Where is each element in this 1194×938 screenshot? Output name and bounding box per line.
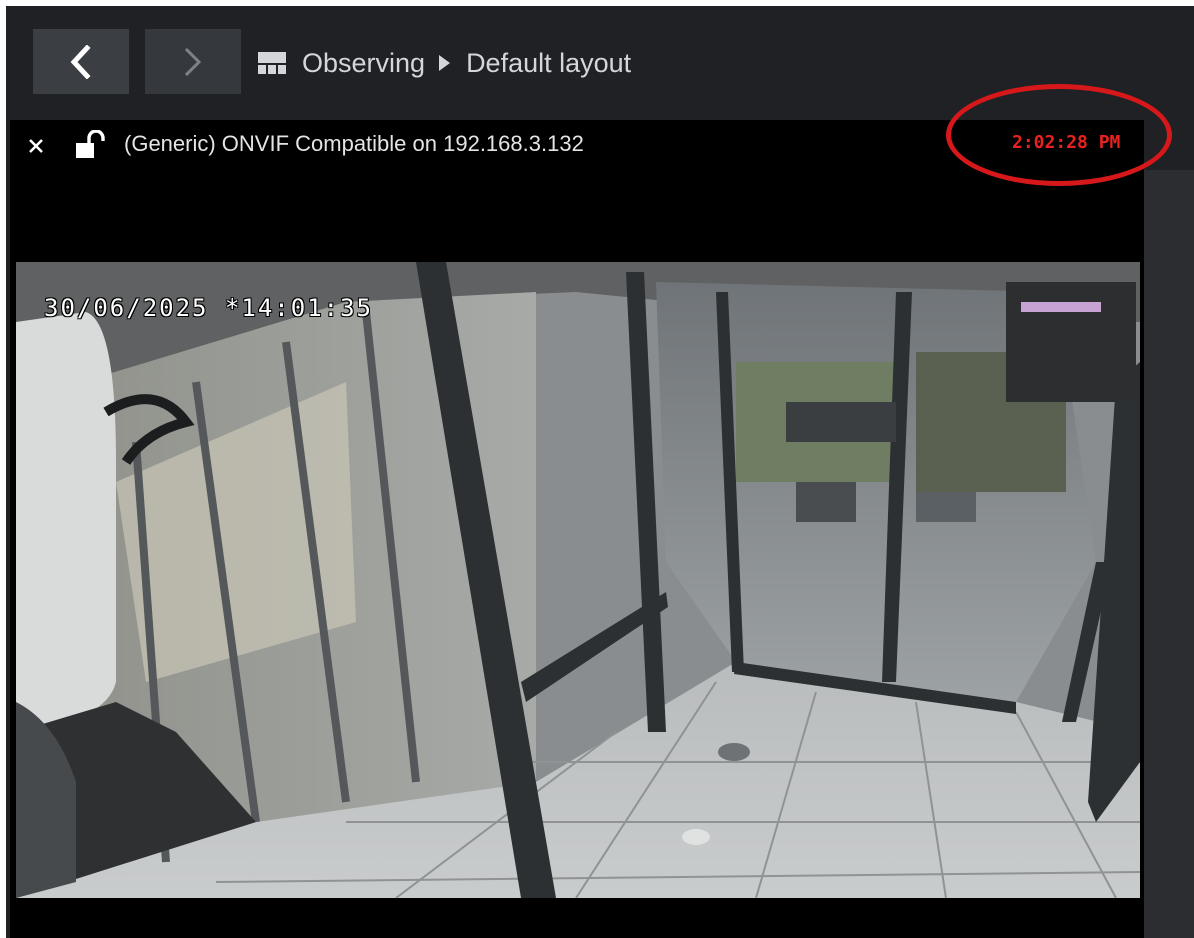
breadcrumb-item-default-layout[interactable]: Default layout xyxy=(466,48,631,79)
camera-tile-header: (Generic) ONVIF Compatible on 192.168.3.… xyxy=(10,120,1144,172)
navigation-bar: Observing Default layout xyxy=(6,6,1194,120)
camera-clock: 2:02:28 PM xyxy=(1012,132,1121,153)
camera-name: (Generic) ONVIF Compatible on 192.168.3.… xyxy=(124,131,584,156)
unlock-icon[interactable] xyxy=(74,129,108,160)
back-button[interactable] xyxy=(33,29,129,94)
tile-side-gutter xyxy=(1144,170,1194,938)
caret-right-icon xyxy=(439,55,451,71)
forward-button[interactable] xyxy=(145,29,241,94)
breadcrumb: Observing Default layout xyxy=(258,43,631,83)
camera-video-feed[interactable]: 30/06/2025 *14:01:35 xyxy=(16,262,1140,898)
grid-layout-icon xyxy=(258,52,286,74)
chevron-left-icon xyxy=(70,44,91,79)
app-window: Observing Default layout (Generic) ONVIF… xyxy=(6,6,1194,938)
chevron-right-icon xyxy=(184,47,202,76)
close-icon[interactable] xyxy=(24,134,48,158)
camera-tile: (Generic) ONVIF Compatible on 192.168.3.… xyxy=(10,120,1144,938)
camera-scene-image xyxy=(16,262,1140,898)
video-osd-timestamp: 30/06/2025 *14:01:35 xyxy=(44,294,373,322)
breadcrumb-item-observing[interactable]: Observing xyxy=(302,48,425,79)
